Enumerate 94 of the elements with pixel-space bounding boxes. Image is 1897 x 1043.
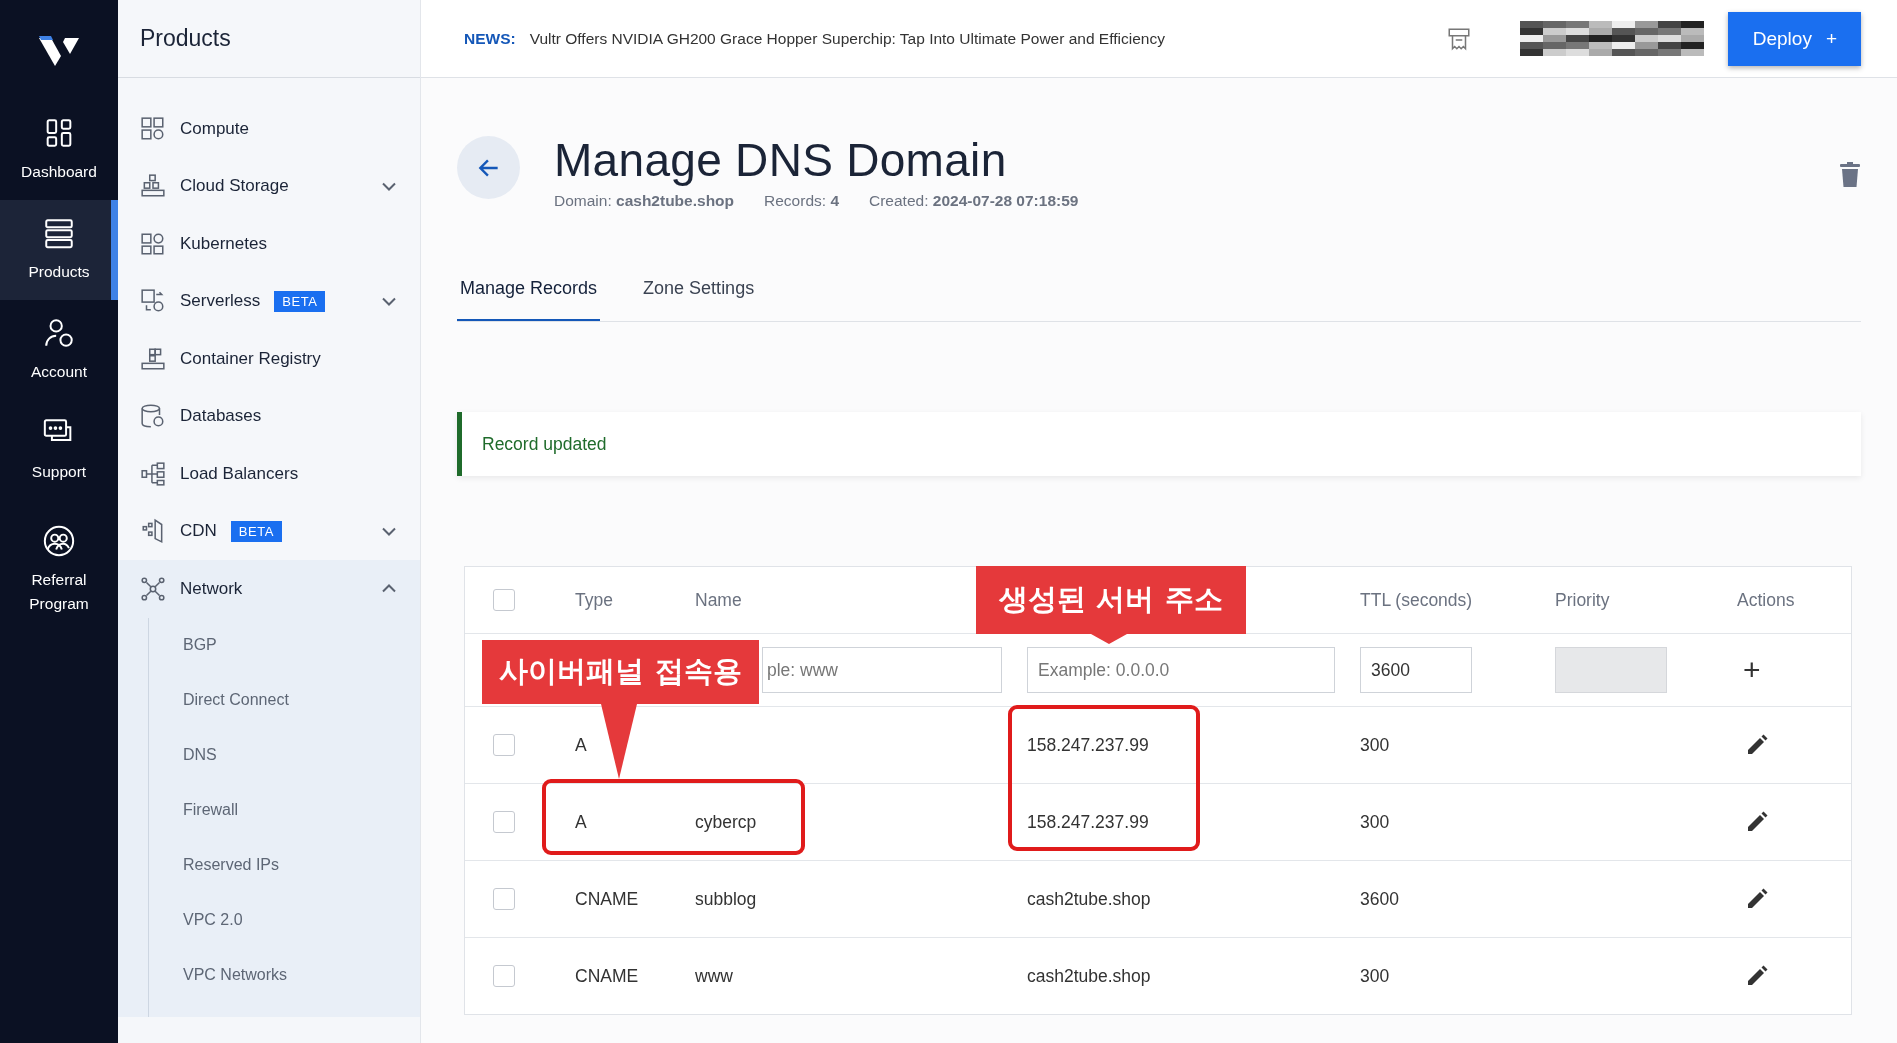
rail-label: Referral Program: [28, 570, 90, 614]
rail-label: Products: [28, 262, 90, 282]
submenu-item[interactable]: VPC 2.0: [149, 892, 420, 948]
rail-item[interactable]: Products: [0, 200, 118, 300]
menu-label: Cloud Storage: [180, 176, 289, 197]
pencil-icon[interactable]: [1745, 810, 1769, 834]
tree-icon: [140, 460, 166, 487]
checkbox[interactable]: [493, 888, 515, 910]
blocks-icon: [140, 173, 166, 200]
submenu-item[interactable]: BGP: [149, 617, 420, 673]
rail-label: Dashboard: [21, 162, 97, 182]
news-headline[interactable]: Vultr Offers NVIDIA GH200 Grace Hopper Superchip: Tap Into Ultimate Power and Efficiency: [529, 29, 1165, 48]
menu-label: Databases: [180, 406, 262, 427]
submenu-item[interactable]: Firewall: [149, 782, 420, 838]
rail-item[interactable]: Dashboard: [0, 100, 118, 200]
pencil-icon[interactable]: [1745, 964, 1769, 988]
menu-label: Serverless: [180, 291, 261, 312]
trash-icon[interactable]: [1839, 162, 1861, 188]
rail-item[interactable]: Referral Program: [0, 500, 118, 640]
tab[interactable]: Zone Settings: [640, 278, 758, 321]
pencil-icon[interactable]: [1745, 887, 1769, 911]
tab[interactable]: Manage Records: [457, 278, 601, 321]
menu-label: Container Registry: [180, 348, 321, 369]
column-header: Priority: [1555, 589, 1610, 611]
blocks-icon: [140, 345, 166, 372]
table-cell: CNAME: [575, 888, 639, 910]
column-header: Actions: [1737, 589, 1795, 611]
success-alert: Record updated: [457, 412, 1861, 476]
table-cell: www: [695, 965, 733, 987]
deploy-button[interactable]: Deploy +: [1727, 11, 1861, 66]
menu-item[interactable]: Cloud Storage: [118, 157, 420, 215]
meta-text: Domain: cash2tube.shop: [554, 192, 735, 210]
checkbox[interactable]: [493, 811, 515, 833]
add-button[interactable]: +: [1743, 653, 1761, 687]
checkbox[interactable]: [493, 734, 515, 756]
menu-label: Network: [180, 578, 243, 599]
menu-label: Load Balancers: [180, 463, 299, 484]
menu-item[interactable]: Kubernetes: [118, 215, 420, 273]
pencil-icon[interactable]: [1745, 733, 1769, 757]
table-cell: 158.247.237.99: [1027, 811, 1149, 833]
server-icon: [42, 216, 76, 250]
menu-item[interactable]: Load Balancers: [118, 445, 420, 503]
meta-text: Created: 2024-07-28 07:18:59: [869, 192, 1079, 210]
data-input[interactable]: Example: 0.0.0.0: [1027, 647, 1335, 693]
rail-label: Support: [31, 462, 87, 482]
callout-pointer: [1091, 634, 1127, 644]
grid-icon: [140, 115, 166, 142]
column-header: Type: [575, 589, 613, 611]
submenu-item[interactable]: Direct Connect: [149, 672, 420, 728]
grid-icon: [140, 230, 166, 257]
menu-label: CDN: [180, 521, 217, 542]
receipt-icon[interactable]: [1445, 25, 1472, 52]
menu-item[interactable]: Serverless BETA: [118, 272, 420, 330]
submenu-item[interactable]: DNS: [149, 727, 420, 783]
rail-label: Account: [31, 362, 87, 382]
table-cell: subblog: [695, 888, 757, 910]
column-header: TTL (seconds): [1360, 589, 1473, 611]
menu-item[interactable]: Network: [118, 560, 420, 618]
rail-item[interactable]: Support: [0, 400, 118, 500]
table-cell: 300: [1360, 734, 1390, 756]
menu-label: Compute: [180, 118, 249, 139]
submenu-item[interactable]: VPC Networks: [149, 947, 420, 1003]
checkbox[interactable]: [493, 965, 515, 987]
menu-item[interactable]: CDN BETA: [118, 502, 420, 560]
user-icon: [42, 316, 76, 350]
submenu-item[interactable]: Reserved IPs: [149, 837, 420, 893]
table-cell: CNAME: [575, 965, 639, 987]
ttl-input[interactable]: 3600: [1360, 647, 1472, 693]
beta-badge: BETA: [274, 290, 326, 312]
page-title: Manage DNS Domain: [554, 133, 1008, 188]
menu-label: Kubernetes: [180, 233, 267, 254]
meta-text: Records: 4: [764, 192, 839, 210]
table-cell: A: [575, 811, 587, 833]
table-cell: cybercp: [695, 811, 757, 833]
table-cell: 300: [1360, 965, 1390, 987]
checkbox[interactable]: [493, 589, 515, 611]
people-icon: [42, 524, 76, 558]
table-cell: cash2tube.shop: [1027, 965, 1151, 987]
beta-badge: BETA: [230, 520, 282, 542]
menu-item[interactable]: Databases: [118, 387, 420, 445]
table-cell: 300: [1360, 811, 1390, 833]
panel-title: Products: [118, 0, 420, 78]
nodes-icon: [140, 575, 166, 602]
rail-item[interactable]: Account: [0, 300, 118, 400]
news-label: NEWS:: [464, 29, 516, 48]
menu-item[interactable]: Compute: [118, 100, 420, 158]
column-header: Name: [695, 589, 742, 611]
name-input[interactable]: ple: www: [762, 647, 1002, 693]
table-cell: A: [575, 734, 587, 756]
table-cell: cash2tube.shop: [1027, 888, 1151, 910]
database-icon: [140, 403, 166, 430]
table-cell: 158.247.237.99: [1027, 734, 1149, 756]
menu-item[interactable]: Container Registry: [118, 330, 420, 388]
table-cell: 3600: [1360, 888, 1399, 910]
